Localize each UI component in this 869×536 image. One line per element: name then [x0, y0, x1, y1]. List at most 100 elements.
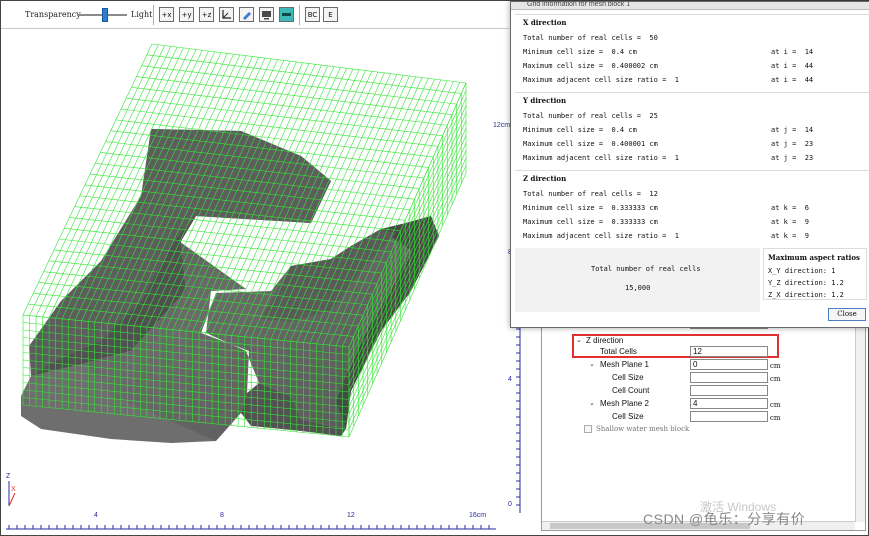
mesh-plane-2-input[interactable]: 4 — [690, 398, 768, 409]
dialog-title: Grid information for mesh block 1 — [511, 2, 869, 10]
mesh-line — [348, 82, 467, 348]
ruler-label-4: 4 — [508, 376, 512, 383]
x-total-cells: Total number of real cells = 50 — [523, 34, 658, 42]
close-button[interactable]: Close — [828, 308, 866, 321]
chevron-down-icon[interactable]: ⌄ — [589, 360, 595, 368]
view-plus-y-button[interactable]: +y — [179, 7, 194, 22]
aspect-zx: Z_X direction: 1.2 — [768, 291, 844, 299]
z-min-cell: Minimum cell size = 0.333333 cm — [523, 204, 658, 212]
unit-label: cm — [770, 362, 781, 370]
ruler-label-12cm: 12cm — [493, 122, 511, 129]
grid-information-dialog: Grid information for mesh block 1 X dire… — [510, 1, 869, 328]
z-max-cell: Maximum cell size = 0.333333 cm — [523, 218, 658, 226]
e-icon: E — [328, 10, 333, 19]
view-plus-z-icon: +z — [201, 10, 212, 19]
x-max-ratio: Maximum adjacent cell size ratio = 1 — [523, 76, 679, 84]
z-max-ratio: Maximum adjacent cell size ratio = 1 — [523, 232, 679, 240]
cell-size-2-input[interactable] — [690, 411, 768, 422]
mesh-line — [141, 65, 457, 105]
cell-size-label: Cell Size — [612, 373, 644, 382]
mesh-line — [136, 76, 452, 115]
shallow-water-label: Shallow water mesh block — [596, 425, 690, 433]
mesh-button[interactable] — [279, 7, 294, 22]
mesh-line — [342, 82, 460, 347]
axis-indicator — [8, 481, 16, 507]
light-label: Light — [131, 10, 153, 19]
ruler-label-16cm: 16cm — [469, 512, 487, 519]
total-cells-box: Total number of real cells 15,000 — [515, 248, 760, 312]
cell-size-input[interactable] — [690, 372, 768, 383]
y-max-cell: Maximum cell size = 0.400001 cm — [523, 140, 658, 148]
bc-button[interactable]: BC — [305, 7, 320, 22]
axis-x-label: X — [11, 486, 16, 493]
y-total-cells: Total number of real cells = 25 — [523, 112, 658, 120]
ruler-label-12: 12 — [347, 512, 355, 519]
y-direction-heading: Y direction — [523, 96, 567, 105]
3d-viewport[interactable]: Transparency Light +x +y +z BC E Z X 4 8… — [0, 0, 869, 536]
aspect-ratio-box: Maximum aspect ratios X_Y direction: 1 Y… — [763, 248, 867, 300]
transparency-label: Transparency — [25, 10, 81, 19]
mesh-line — [348, 90, 467, 355]
vertical-scrollbar[interactable] — [855, 327, 865, 522]
ruler-label-8: 8 — [220, 512, 224, 519]
view-plus-x-button[interactable]: +x — [159, 7, 174, 22]
bottom-ruler — [6, 525, 496, 530]
axis-z-label: Z — [6, 473, 11, 480]
x-direction-section: X direction Total number of real cells =… — [515, 14, 869, 92]
e-button[interactable]: E — [323, 7, 338, 22]
cell-count-label: Cell Count — [612, 386, 650, 395]
y-max-ratio: Maximum adjacent cell size ratio = 1 — [523, 154, 679, 162]
total-cells-input[interactable]: 12 — [690, 346, 768, 357]
mesh-plane-1-label: Mesh Plane 1 — [600, 360, 649, 369]
z-direction-heading: Z direction — [523, 174, 567, 183]
mesh-plane-1-input[interactable]: 0 — [690, 359, 768, 370]
mesh-line — [146, 54, 462, 94]
x-max-cell: Maximum cell size = 0.400002 cm — [523, 62, 658, 70]
ruler-label-0: 0 — [508, 501, 512, 508]
toolbar-divider — [299, 5, 300, 25]
aspect-yz: Y_Z direction: 1.2 — [768, 279, 844, 287]
unit-label: cm — [770, 401, 781, 409]
y-max-cell-index: at j = 23 — [771, 140, 814, 148]
total-cells-label: Total number of real cells — [591, 265, 701, 273]
chevron-down-icon[interactable]: ⌄ — [589, 399, 595, 407]
monitor-icon — [262, 11, 271, 20]
x-max-cell-index: at i = 44 — [771, 62, 814, 70]
y-min-cell-index: at j = 14 — [771, 126, 814, 134]
shallow-water-checkbox[interactable] — [584, 425, 592, 433]
z-max-cell-index: at k = 9 — [771, 218, 809, 226]
unit-label: cm — [770, 375, 781, 383]
cell-count-input[interactable] — [690, 385, 768, 396]
display-button[interactable] — [259, 7, 274, 22]
view-plus-x-icon: +x — [161, 10, 172, 19]
y-direction-section: Y direction Total number of real cells =… — [515, 92, 869, 170]
mesh-line — [151, 43, 467, 84]
transparency-slider-thumb[interactable] — [101, 8, 108, 22]
unit-label: cm — [770, 414, 781, 422]
x-min-cell-index: at i = 14 — [771, 48, 814, 56]
z-min-cell-index: at k = 6 — [771, 204, 809, 212]
z-direction-section: Z direction Total number of real cells =… — [515, 170, 869, 246]
mesh-plane-2-label: Mesh Plane 2 — [600, 399, 649, 408]
x-min-cell: Minimum cell size = 0.4 cm — [523, 48, 637, 56]
mesh-line — [348, 97, 467, 363]
ruler-label-4: 4 — [94, 512, 98, 519]
z-total-cells: Total number of real cells = 12 — [523, 190, 658, 198]
bc-icon: BC — [307, 10, 318, 19]
cell-size-2-label: Cell Size — [612, 412, 644, 421]
total-cells-label: Total Cells — [600, 347, 637, 356]
view-plus-z-button[interactable]: +z — [199, 7, 214, 22]
pencil-icon — [243, 12, 251, 20]
axes-icon — [222, 10, 231, 19]
edit-button[interactable] — [239, 7, 254, 22]
y-max-ratio-index: at j = 23 — [771, 154, 814, 162]
view-plus-y-icon: +y — [181, 10, 192, 19]
total-cells-value: 15,000 — [625, 284, 651, 292]
toolbar-divider — [153, 5, 154, 25]
x-direction-heading: X direction — [523, 18, 567, 27]
watermark: CSDN @龟乐：分享有价 — [643, 511, 806, 527]
aspect-heading: Maximum aspect ratios — [768, 253, 860, 262]
x-max-ratio-index: at i = 44 — [771, 76, 814, 84]
axes-button[interactable] — [219, 7, 234, 22]
aspect-xy: X_Y direction: 1 — [768, 267, 836, 275]
